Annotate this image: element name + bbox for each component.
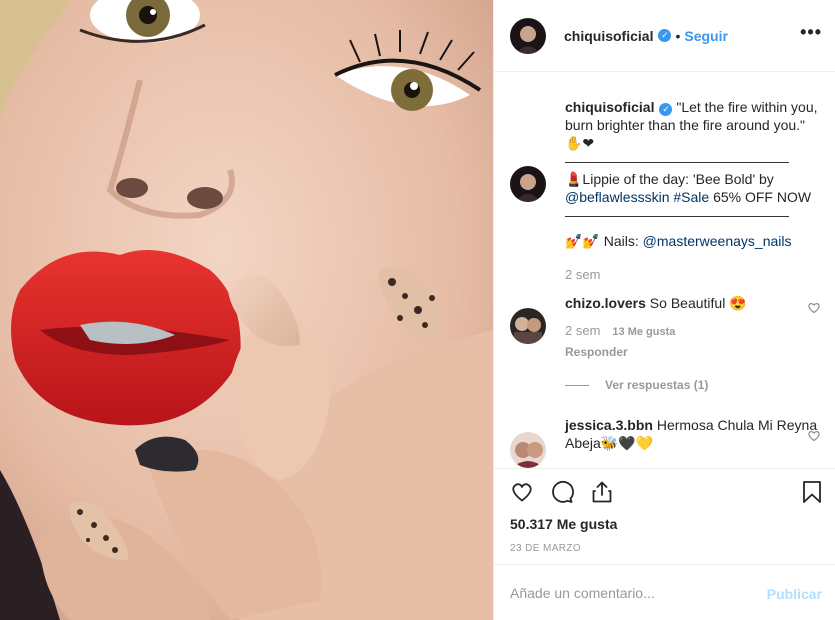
post-photo[interactable] [0, 0, 493, 620]
comment-time[interactable]: 2 sem [565, 323, 600, 338]
commenter-avatar[interactable] [510, 432, 546, 468]
view-replies-button[interactable]: Ver respuestas (1) [565, 378, 708, 392]
likes-count[interactable]: 50.317 Me gusta [510, 516, 617, 532]
bookmark-icon [803, 481, 821, 503]
instagram-post: chiquisoficial ✓ • Seguir ••• chiquisofi… [0, 0, 835, 620]
caption-divider: ———————————————— [565, 153, 789, 169]
caption-lippie-text: 💄Lippie of the day: 'Bee Bold' by [565, 171, 774, 187]
more-options-icon[interactable]: ••• [800, 22, 822, 43]
heart-icon[interactable] [510, 480, 534, 504]
save-button[interactable] [800, 480, 824, 504]
caption-sale-text: 65% OFF NOW [709, 189, 812, 205]
author-avatar[interactable] [510, 17, 546, 54]
caption-avatar[interactable] [510, 166, 546, 202]
caption: chiquisoficial ✓ "Let the fire within you… [510, 98, 820, 284]
caption-time[interactable]: 2 sem [565, 267, 600, 282]
comment-icon[interactable] [550, 480, 574, 504]
comment-like-icon[interactable] [808, 430, 820, 442]
comment-input[interactable] [510, 584, 760, 601]
post-header: chiquisoficial ✓ • Seguir ••• [494, 0, 835, 72]
add-comment-bar: Publicar [494, 564, 835, 620]
caption-divider-2: ———————————————— [565, 207, 789, 223]
verified-badge-icon: ✓ [659, 103, 673, 116]
hashtag-link[interactable]: #Sale [669, 189, 709, 205]
follow-button[interactable]: Seguir [684, 28, 728, 44]
view-replies-label: Ver respuestas (1) [605, 378, 709, 392]
publish-button[interactable]: Publicar [767, 586, 822, 602]
post-date[interactable]: 23 DE MARZO [510, 543, 581, 554]
caption-nails-text: 💅💅 Nails: [565, 233, 643, 249]
post-side-panel: chiquisoficial ✓ • Seguir ••• chiquisofi… [493, 0, 835, 620]
comments-list[interactable]: chiquisoficial ✓ "Let the fire within you… [494, 72, 835, 468]
commenter-avatar[interactable] [510, 308, 546, 344]
post-image [0, 0, 493, 620]
action-icons [510, 480, 614, 504]
comment-likes[interactable]: 13 Me gusta [612, 326, 675, 338]
reply-button[interactable]: Responder [565, 343, 820, 361]
share-icon[interactable] [590, 480, 614, 504]
comment-username[interactable]: chizo.lovers [565, 295, 646, 311]
post-actions: 50.317 Me gusta 23 DE MARZO [494, 468, 835, 564]
header-separator: • [675, 27, 681, 44]
nails-mention-link[interactable]: @masterweenays_nails [643, 233, 792, 249]
comment-text: So Beautiful 😍 [645, 295, 747, 311]
comment-like-icon[interactable] [808, 302, 820, 314]
comment-item: chizo.lovers So Beautiful 😍 2 sem 13 Me g… [510, 294, 820, 361]
mention-link[interactable]: @beflawlessskin [565, 189, 669, 205]
caption-username[interactable]: chiquisoficial [565, 99, 654, 115]
author-username[interactable]: chiquisoficial [564, 28, 653, 44]
comment-item: jessica.3.bbn Hermosa Chula Mi Reyna Abe… [510, 416, 820, 468]
comment-username[interactable]: jessica.3.bbn [565, 417, 653, 433]
view-replies-line [565, 384, 589, 386]
verified-badge-icon: ✓ [658, 29, 672, 42]
